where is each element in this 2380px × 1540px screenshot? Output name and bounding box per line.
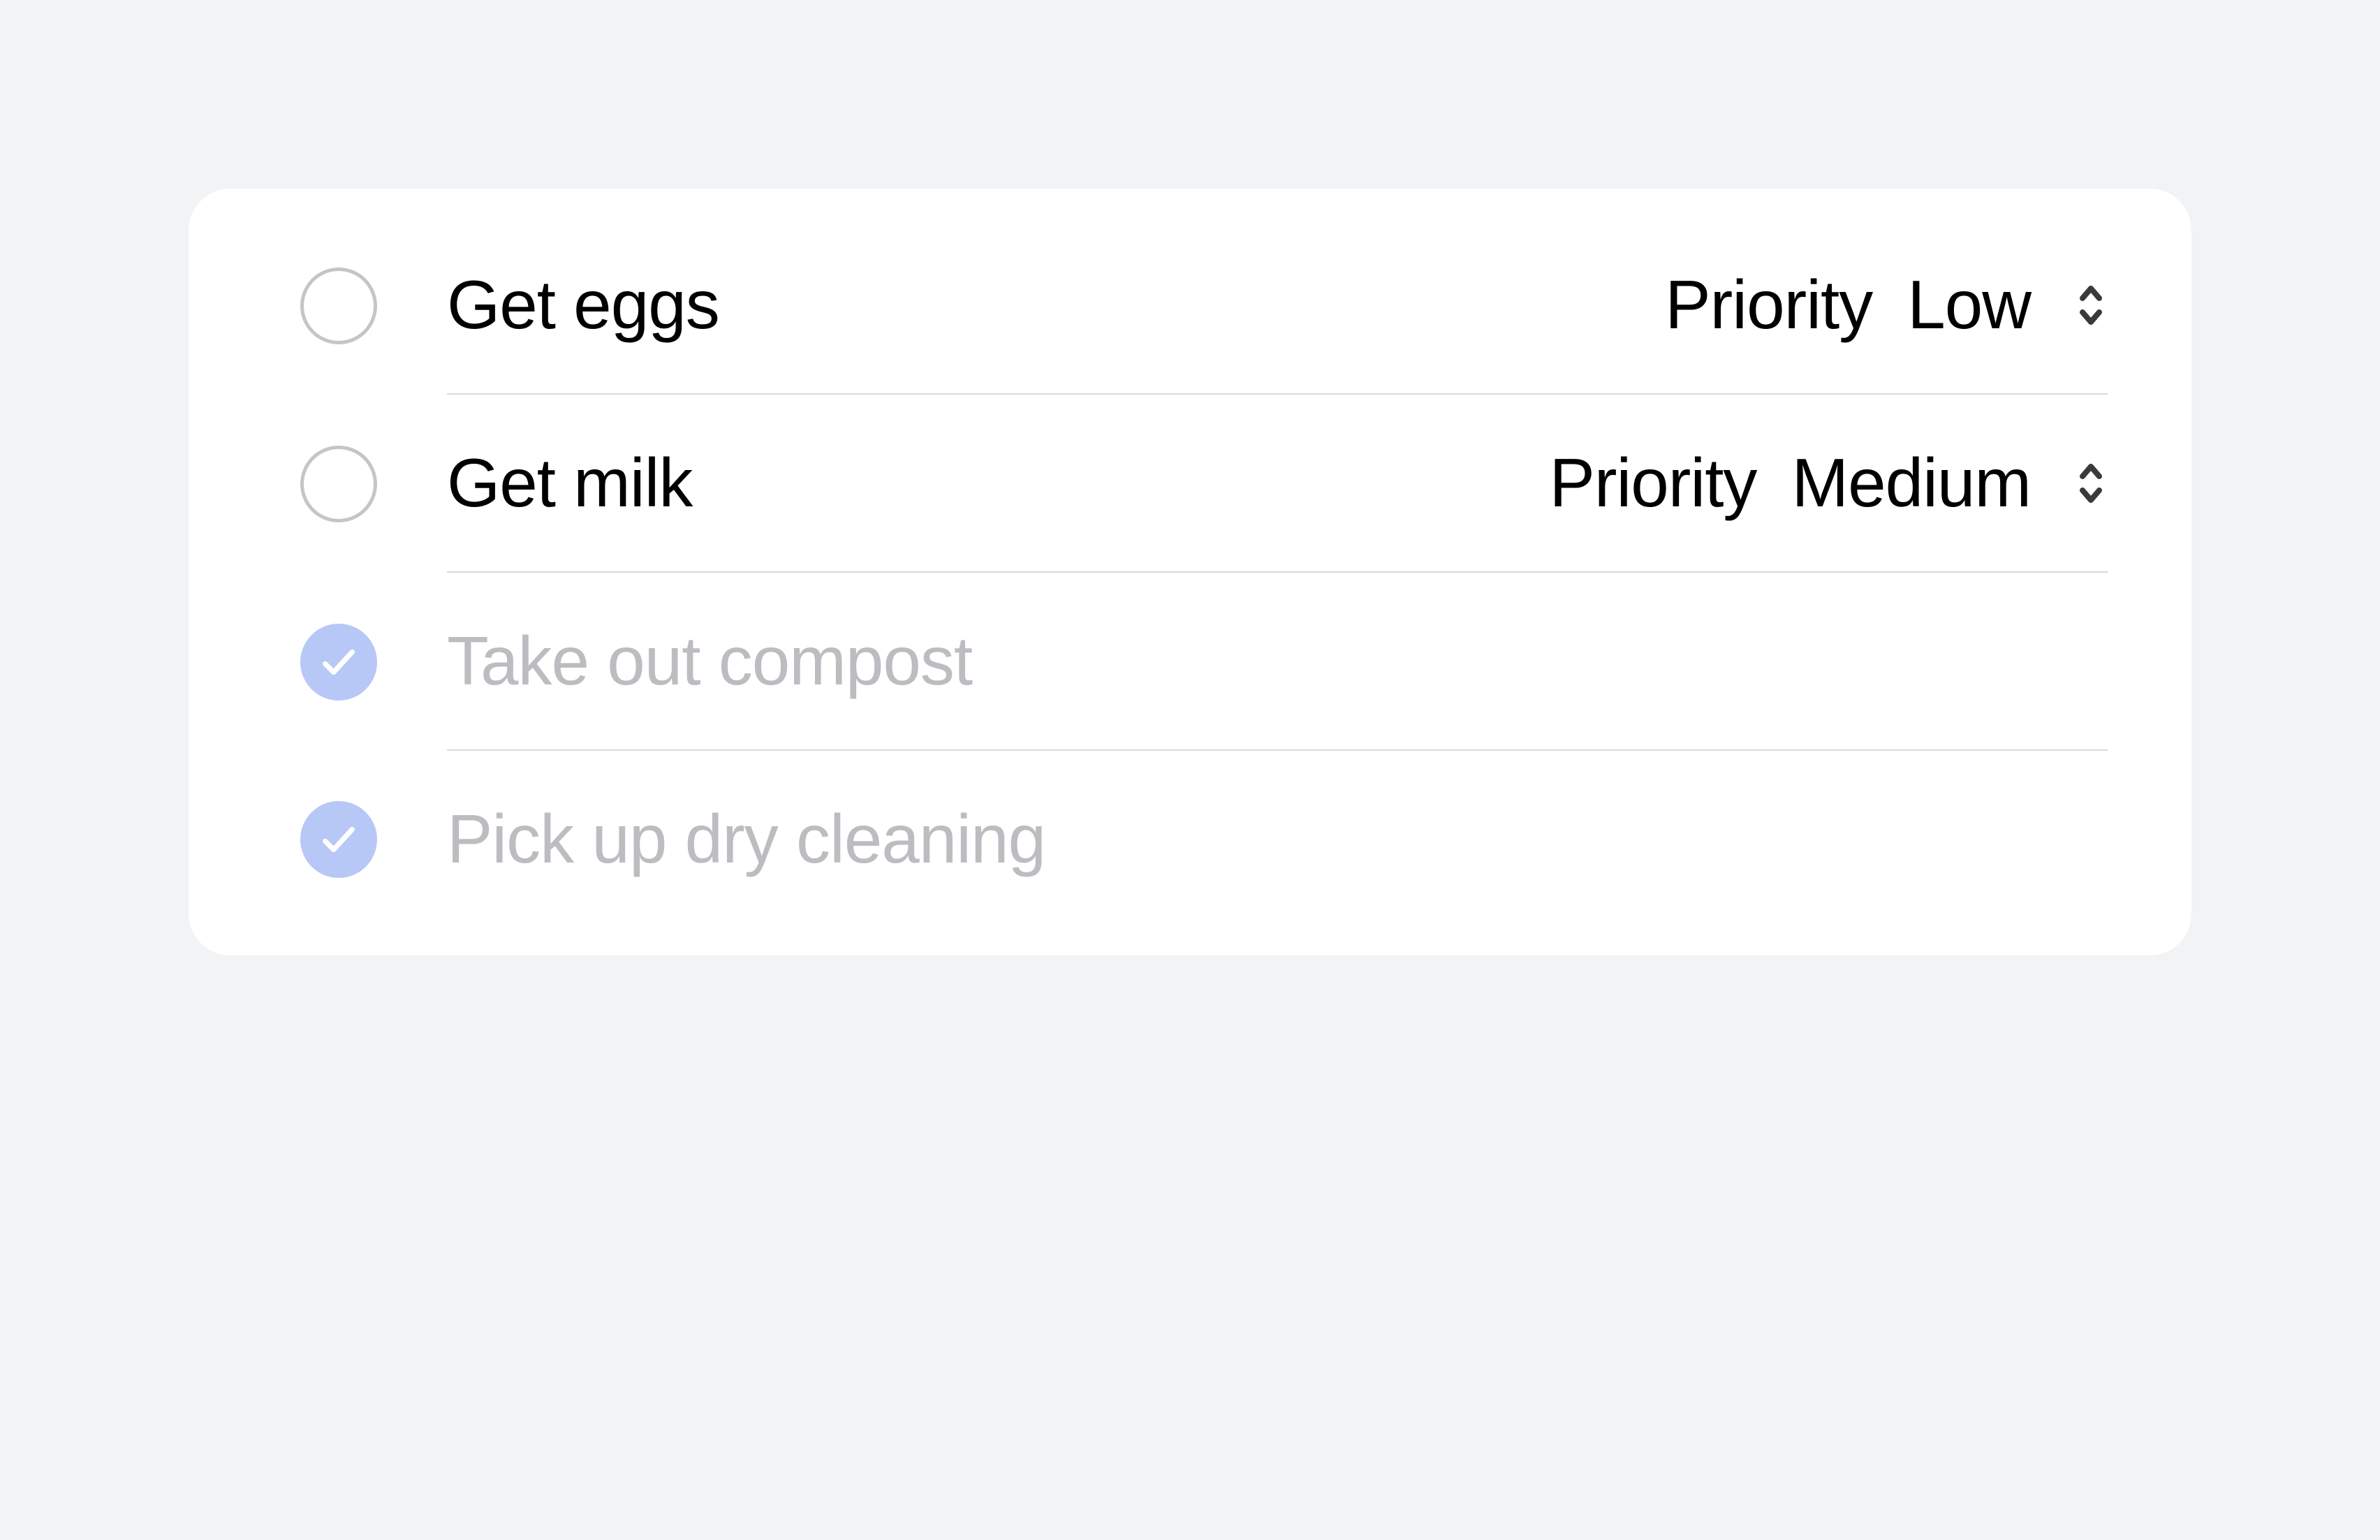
checkmark-icon [318, 819, 359, 860]
todo-title: Take out compost [447, 622, 972, 701]
todo-checkbox[interactable] [300, 267, 377, 344]
todo-card: Get eggs Priority Low Get milk Priority Mediu… [189, 189, 2191, 955]
todo-checkbox[interactable] [300, 446, 377, 522]
chevron-up-down-icon [2074, 458, 2108, 508]
priority-picker[interactable]: Priority Medium [1550, 443, 2108, 522]
todo-row: Get eggs Priority Low [189, 217, 2191, 395]
todo-row: Get milk Priority Medium [189, 395, 2191, 573]
todo-checkbox[interactable] [300, 801, 377, 878]
priority-value: Medium [1791, 443, 2031, 522]
todo-row: Pick up dry cleaning [189, 751, 2191, 927]
priority-label: Priority [1550, 443, 1757, 522]
chevron-up-down-icon [2074, 280, 2108, 330]
todo-row: Take out compost [189, 573, 2191, 751]
priority-value: Low [1907, 265, 2031, 344]
todo-title: Get eggs [447, 265, 719, 344]
todo-title: Get milk [447, 443, 692, 522]
priority-label: Priority [1665, 265, 1872, 344]
priority-picker[interactable]: Priority Low [1665, 265, 2108, 344]
todo-checkbox[interactable] [300, 624, 377, 701]
checkmark-icon [318, 642, 359, 682]
todo-title: Pick up dry cleaning [447, 800, 1045, 879]
